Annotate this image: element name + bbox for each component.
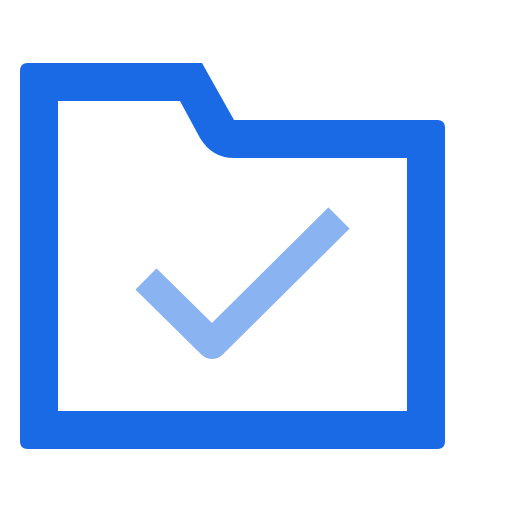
folder-check-icon (20, 63, 445, 449)
check-icon (135, 207, 350, 359)
folder-outline (20, 63, 445, 449)
icon-canvas (0, 0, 512, 512)
